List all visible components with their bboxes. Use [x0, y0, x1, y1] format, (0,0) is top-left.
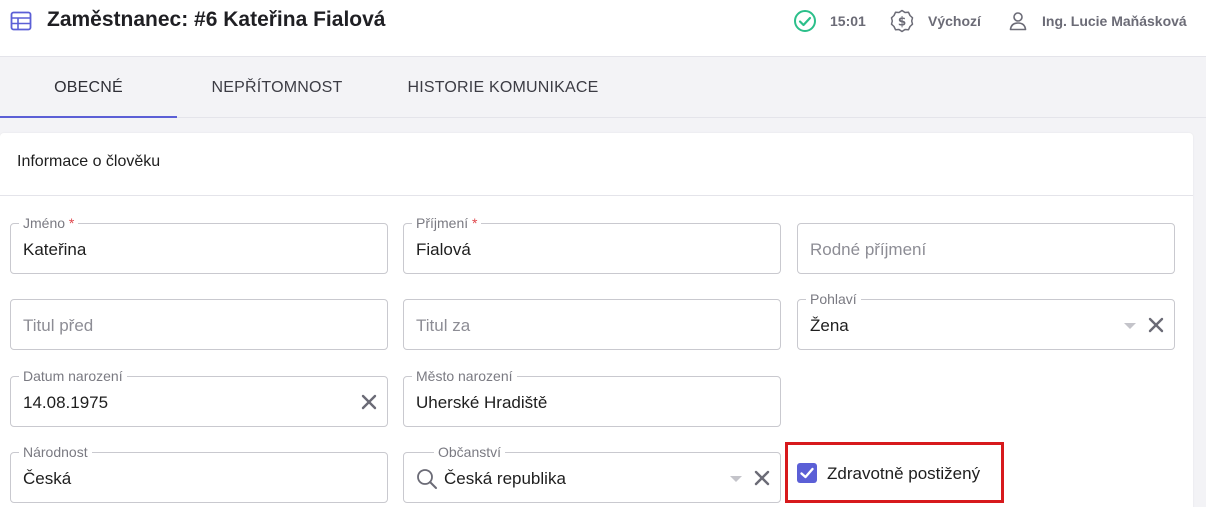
money-icon[interactable]: $: [889, 8, 915, 34]
top-bar: Zaměstnanec: #6 Kateřina Fialová 15:01 $…: [0, 0, 1206, 57]
section-title: Informace o člověku: [17, 153, 161, 170]
user-icon[interactable]: [1007, 10, 1029, 32]
last-name-field[interactable]: Příjmení * Fialová: [403, 215, 781, 274]
disabled-checkbox-label[interactable]: Zdravotně postižený: [827, 464, 980, 484]
birth-city-value[interactable]: Uherské Hradiště: [416, 393, 547, 413]
checkmark-icon: [800, 467, 814, 479]
tab-general[interactable]: OBECNÉ: [0, 58, 177, 118]
gender-value[interactable]: Žena: [810, 316, 849, 336]
birth-date-field[interactable]: Datum narození 14.08.1975: [10, 368, 388, 427]
close-icon[interactable]: [1146, 315, 1166, 335]
user-name[interactable]: Ing. Lucie Maňásková: [1042, 13, 1187, 29]
birth-date-value[interactable]: 14.08.1975: [23, 393, 108, 413]
gender-label: Pohlaví: [806, 291, 861, 307]
first-name-field[interactable]: Jméno * Kateřina: [10, 215, 388, 274]
tab-communication-history[interactable]: HISTORIE KOMUNIKACE: [377, 58, 629, 118]
card-header: Informace o člověku: [0, 133, 1193, 196]
workspace-name[interactable]: Výchozí: [928, 13, 981, 29]
birth-city-field[interactable]: Město narození Uherské Hradiště: [403, 368, 781, 427]
tab-bar: OBECNÉ NEPŘÍTOMNOST HISTORIE KOMUNIKACE: [0, 58, 1206, 118]
title-before-placeholder[interactable]: Titul před: [23, 316, 93, 336]
clock-time: 15:01: [830, 13, 866, 29]
title-after-placeholder[interactable]: Titul za: [416, 316, 470, 336]
chevron-down-icon[interactable]: [1124, 323, 1136, 329]
chevron-down-icon[interactable]: [730, 476, 742, 482]
close-icon[interactable]: [359, 392, 379, 412]
citizenship-value[interactable]: Česká republika: [444, 469, 566, 489]
birth-city-label: Město narození: [412, 368, 517, 384]
disabled-checkbox[interactable]: [797, 463, 817, 483]
nationality-value[interactable]: Česká: [23, 469, 71, 489]
citizenship-label: Občanství: [434, 444, 506, 460]
first-name-value[interactable]: Kateřina: [23, 240, 86, 260]
last-name-value[interactable]: Fialová: [416, 240, 471, 260]
birth-surname-field[interactable]: Rodné příjmení: [797, 223, 1175, 274]
title-after-field[interactable]: Titul za: [403, 299, 781, 350]
first-name-label: Jméno *: [19, 215, 79, 231]
birth-date-label: Datum narození: [19, 368, 127, 384]
svg-text:$: $: [898, 15, 906, 29]
page-title: Zaměstnanec: #6 Kateřina Fialová: [47, 8, 386, 31]
table-icon: [10, 11, 32, 31]
nationality-field[interactable]: Národnost Česká: [10, 444, 388, 503]
last-name-label: Příjmení *: [412, 215, 482, 231]
nationality-label: Národnost: [19, 444, 92, 460]
close-icon[interactable]: [752, 468, 772, 488]
disabled-checkbox-highlight: Zdravotně postižený: [785, 442, 1004, 503]
check-circle-icon: [794, 10, 816, 32]
citizenship-select[interactable]: Občanství Česká republika: [403, 444, 781, 503]
gender-select[interactable]: Pohlaví Žena: [797, 291, 1175, 350]
search-icon: [417, 469, 437, 489]
birth-surname-placeholder[interactable]: Rodné příjmení: [810, 240, 926, 260]
title-before-field[interactable]: Titul před: [10, 299, 388, 350]
tab-absence[interactable]: NEPŘÍTOMNOST: [177, 58, 377, 118]
